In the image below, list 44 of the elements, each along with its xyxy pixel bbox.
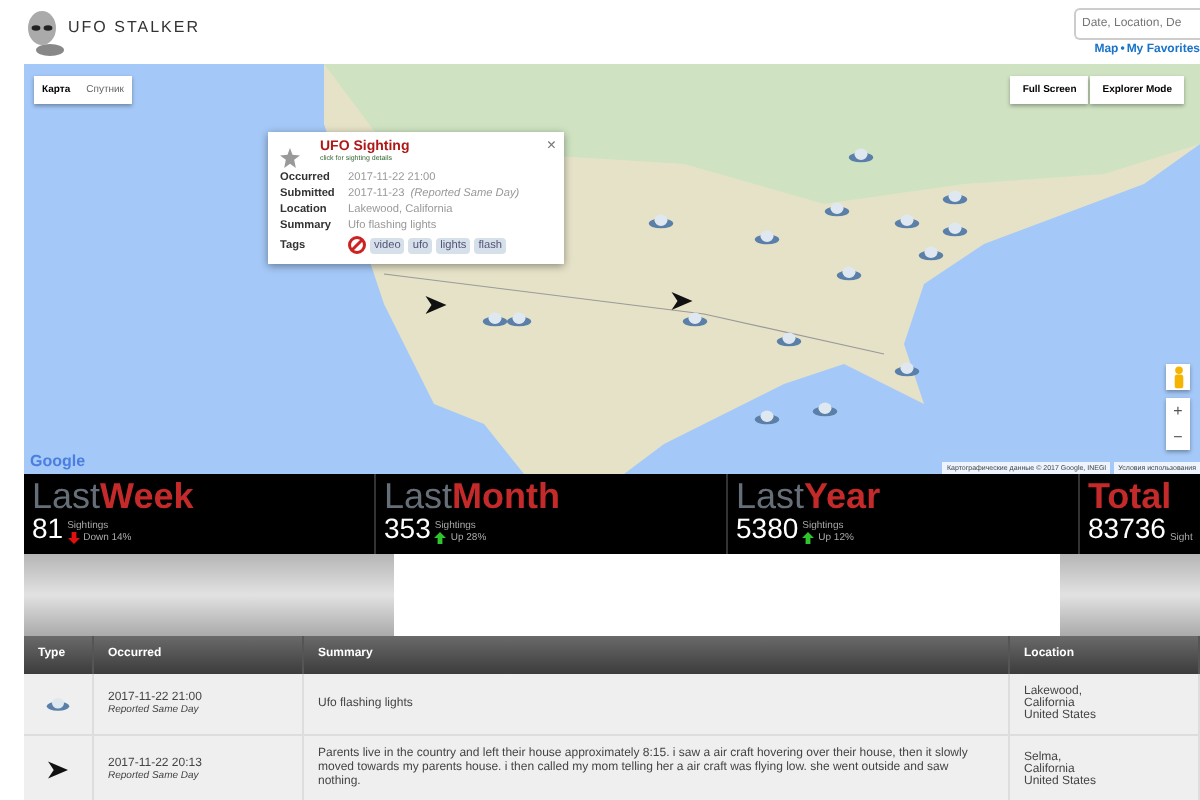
stat-count: 83736: [1088, 514, 1166, 544]
ufo-marker-icon[interactable]: [823, 199, 850, 218]
zoom-out-button[interactable]: −: [1166, 424, 1190, 450]
arrow-marker-icon[interactable]: [670, 289, 695, 312]
metal-panel: [1060, 554, 1200, 636]
ufo-marker-icon[interactable]: [482, 310, 509, 328]
person-icon[interactable]: [1166, 364, 1190, 390]
ufo-marker-icon[interactable]: [776, 330, 803, 349]
logo-text: UFO STALKER: [68, 17, 200, 35]
ufo-marker-icon[interactable]: [647, 211, 674, 230]
up-arrow-icon: [434, 532, 447, 544]
prohibited-icon: [348, 236, 366, 254]
close-button[interactable]: ×: [546, 136, 556, 154]
ufo-marker-icon[interactable]: [847, 146, 874, 164]
arrow-marker-icon[interactable]: [423, 293, 448, 316]
ufo-marker-icon[interactable]: [894, 211, 921, 230]
stat-count: 353: [384, 514, 431, 544]
stat-prefix: Last: [32, 478, 101, 514]
stat-period: Total: [1088, 478, 1172, 514]
ufo-marker-icon[interactable]: [917, 244, 944, 263]
ufo-marker-icon[interactable]: [753, 228, 780, 246]
ufo-marker-icon[interactable]: [811, 400, 838, 419]
alien-head-icon: [24, 10, 64, 58]
ufo-icon: [46, 694, 70, 714]
ufo-marker-icon[interactable]: [941, 219, 968, 238]
ufo-marker-icon[interactable]: [894, 359, 921, 378]
stat-period: Year: [804, 478, 881, 514]
ufo-marker-icon[interactable]: [506, 310, 533, 328]
arrow-icon: [46, 759, 70, 779]
stat-count: 81: [32, 514, 64, 544]
stat-period: Month: [452, 478, 561, 514]
zoom-in-button[interactable]: +: [1166, 398, 1190, 424]
stat-count: 5380: [736, 514, 799, 544]
stat-period: Week: [100, 478, 194, 514]
google-logo: Google: [30, 452, 86, 470]
ufo-marker-icon[interactable]: [753, 408, 780, 427]
ufo-marker-icon[interactable]: [835, 264, 862, 283]
stat-prefix: Last: [736, 478, 805, 514]
badge-icon: [280, 148, 300, 168]
ufo-marker-icon[interactable]: [682, 310, 709, 328]
up-arrow-icon: [802, 532, 815, 544]
ufo-marker-icon[interactable]: [941, 187, 968, 205]
stat-prefix: Last: [384, 478, 453, 514]
down-arrow-icon: [67, 532, 80, 544]
